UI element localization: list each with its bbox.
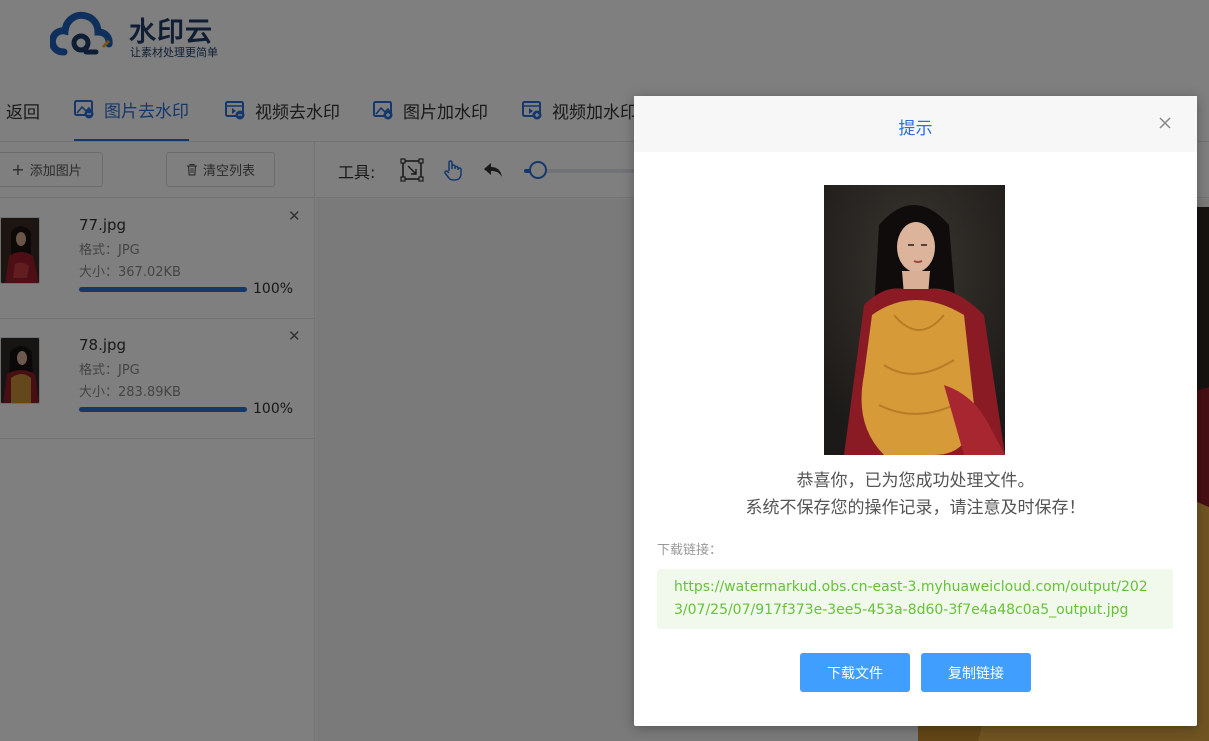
close-icon[interactable]: [1156, 114, 1174, 132]
copy-link-button[interactable]: 复制链接: [921, 653, 1031, 692]
success-message: 恭喜你，已为您成功处理文件。: [796, 471, 1035, 491]
dialog-header: 提示: [634, 96, 1197, 152]
result-dialog: 提示 恭喜你，已为您成功处理文件。 系统不保存您的操作记录，请注意及时保存！ 下…: [634, 96, 1197, 726]
download-link-label: 下载链接：: [657, 543, 723, 558]
download-file-button[interactable]: 下载文件: [800, 653, 910, 692]
save-reminder-message: 系统不保存您的操作记录，请注意及时保存！: [745, 498, 1086, 518]
download-link-text[interactable]: https://watermarkud.obs.cn-east-3.myhuaw…: [657, 569, 1173, 629]
processed-image-preview: [824, 185, 1005, 455]
dialog-title: 提示: [898, 119, 933, 139]
